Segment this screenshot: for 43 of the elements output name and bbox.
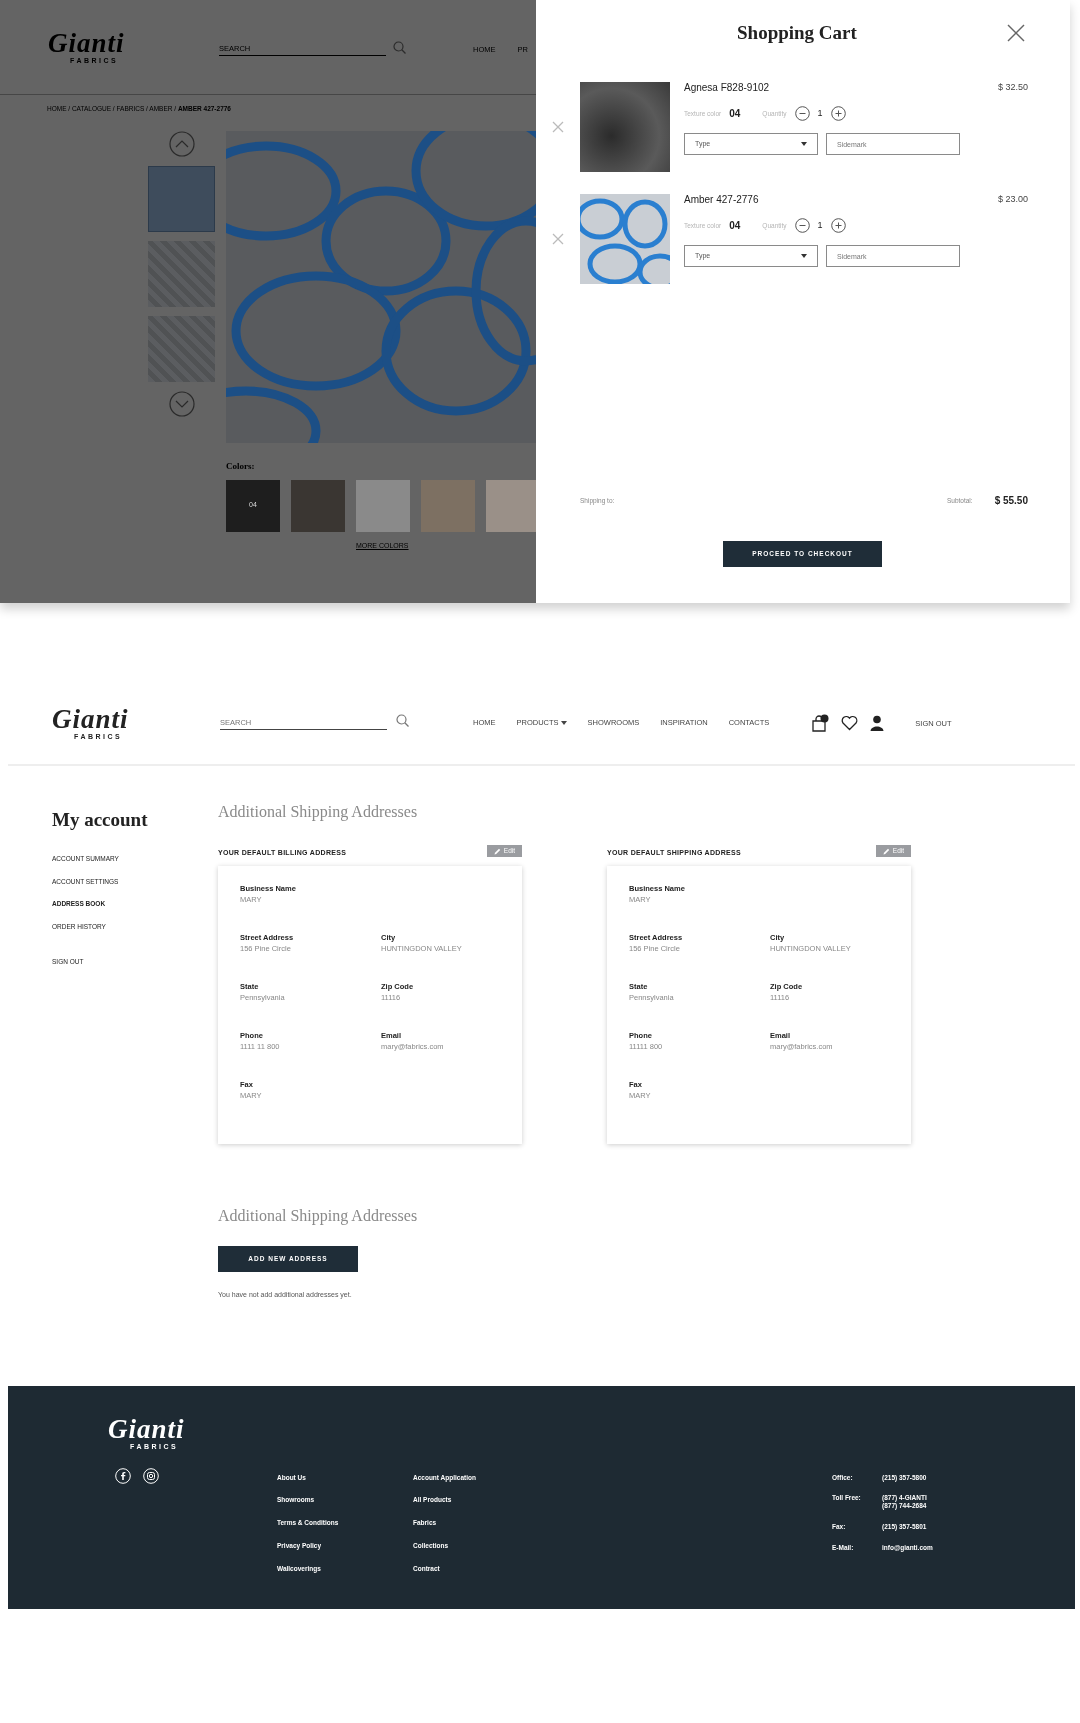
caret-icon	[801, 142, 807, 146]
color-swatch[interactable]	[486, 479, 536, 532]
quantity-value: 1	[817, 108, 823, 119]
caret-icon	[801, 254, 807, 258]
section-heading: Additional Shipping Addresses	[218, 1206, 419, 1226]
minus-icon[interactable]	[794, 218, 810, 233]
instagram-icon[interactable]	[143, 1467, 159, 1484]
color-swatch[interactable]	[291, 479, 345, 532]
user-icon[interactable]	[870, 715, 885, 731]
logo-wordmark[interactable]: Gianti	[52, 706, 155, 733]
texture-color-value: 04	[729, 107, 741, 120]
color-swatch[interactable]	[356, 479, 410, 532]
plus-icon[interactable]	[830, 218, 846, 233]
cart-title: Shopping Cart	[737, 21, 857, 45]
chevron-up-icon[interactable]	[168, 130, 195, 157]
product-name: Agnesa F828-9102	[684, 82, 770, 94]
section-heading: Additional Shipping Addresses	[218, 802, 419, 822]
search-icon[interactable]	[393, 41, 406, 54]
colors-label: Colors:	[226, 460, 256, 472]
sidebar-title: My account	[52, 809, 149, 832]
facebook-icon[interactable]	[115, 1467, 131, 1484]
plus-icon[interactable]	[830, 106, 846, 121]
minus-icon[interactable]	[794, 106, 810, 121]
product-price: $ 23.00	[997, 194, 1028, 206]
remove-icon[interactable]	[552, 121, 564, 133]
remove-icon[interactable]	[552, 233, 564, 245]
texture-color-value: 04	[729, 219, 741, 232]
pencil-icon	[882, 847, 890, 855]
color-swatch[interactable]	[421, 479, 475, 532]
logo-wordmark[interactable]: Gianti	[108, 1415, 211, 1443]
close-icon[interactable]	[1007, 24, 1025, 42]
search-icon[interactable]	[396, 714, 409, 727]
logo-wordmark[interactable]: Gianti	[48, 30, 151, 57]
product-name: Amber 427-2776	[684, 194, 759, 206]
subtotal-value: $ 55.50	[994, 495, 1028, 507]
shopping-bag-icon[interactable]	[811, 714, 830, 732]
product-price: $ 32.50	[997, 82, 1028, 94]
heart-icon[interactable]	[841, 715, 859, 731]
quantity-value: 1	[817, 220, 823, 231]
fabric-thumbnail[interactable]	[148, 165, 215, 232]
caret-icon	[560, 720, 567, 725]
chevron-down-icon[interactable]	[168, 390, 195, 417]
pencil-icon	[493, 847, 501, 855]
